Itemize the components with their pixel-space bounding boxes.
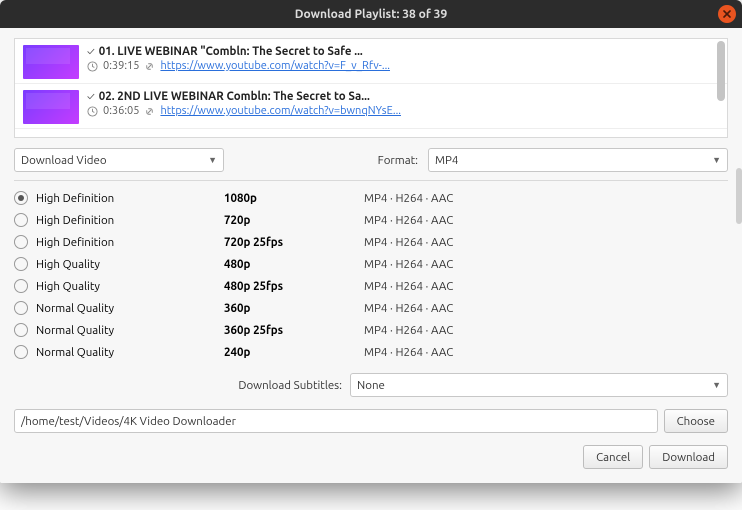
video-thumbnail: [23, 45, 79, 79]
check-icon: ✓: [87, 91, 95, 103]
link-icon: [144, 61, 155, 72]
quality-codec: MP4 · H264 · AAC: [364, 302, 728, 315]
quality-codec: MP4 · H264 · AAC: [364, 346, 728, 359]
quality-label: High Definition: [36, 236, 114, 249]
quality-label: Normal Quality: [36, 346, 114, 359]
quality-resolution: 360p: [224, 302, 364, 315]
quality-resolution: 720p 25fps: [224, 236, 364, 249]
playlist-scrollbar[interactable]: [717, 41, 725, 135]
quality-radio[interactable]: [14, 191, 28, 205]
video-thumbnail: [23, 90, 79, 124]
playlist-item[interactable]: ✓ 01. LIVE WEBINAR "Combln: The Secret t…: [15, 39, 727, 84]
video-duration: 0:36:05: [103, 105, 139, 117]
quality-row[interactable]: Normal Quality 360pMP4 · H264 · AAC: [14, 297, 728, 319]
cancel-button[interactable]: Cancel: [583, 445, 643, 469]
quality-label: Normal Quality: [36, 302, 114, 315]
close-button[interactable]: [718, 5, 736, 23]
quality-label: Normal Quality: [36, 324, 114, 337]
clock-icon: [87, 61, 98, 72]
check-icon: ✓: [87, 46, 95, 58]
download-mode-select[interactable]: Download Video ▼: [14, 148, 224, 172]
subtitles-select[interactable]: None ▼: [350, 373, 728, 397]
window-title: Download Playlist: 38 of 39: [295, 8, 447, 21]
format-label: Format:: [378, 154, 418, 167]
quality-resolution: 240p: [224, 346, 364, 359]
chevron-down-icon: ▼: [208, 155, 217, 165]
playlist-item[interactable]: ✓ 02. 2ND LIVE WEBINAR Combln: The Secre…: [15, 84, 727, 129]
quality-row[interactable]: Normal Quality 360p 25fpsMP4 · H264 · AAC: [14, 319, 728, 341]
download-path-input[interactable]: [14, 409, 658, 433]
playlist-list[interactable]: ✓ 01. LIVE WEBINAR "Combln: The Secret t…: [14, 38, 728, 138]
subtitles-label: Download Subtitles:: [14, 379, 342, 392]
quality-list: High Definition1080pMP4 · H264 · AACHigh…: [14, 187, 728, 363]
quality-radio[interactable]: [14, 323, 28, 337]
chevron-down-icon: ▼: [712, 380, 721, 390]
quality-resolution: 480p: [224, 258, 364, 271]
quality-row[interactable]: High Quality 480pMP4 · H264 · AAC: [14, 253, 728, 275]
clock-icon: [87, 106, 98, 117]
quality-label: High Quality: [36, 280, 100, 293]
titlebar: Download Playlist: 38 of 39: [0, 0, 742, 28]
link-icon: [144, 106, 155, 117]
quality-resolution: 720p: [224, 214, 364, 227]
quality-radio[interactable]: [14, 235, 28, 249]
download-mode-value: Download Video: [21, 154, 107, 167]
video-title: 01. LIVE WEBINAR "Combln: The Secret to …: [99, 45, 363, 58]
subtitles-value: None: [357, 379, 385, 392]
video-url[interactable]: https://www.youtube.com/watch?v=F_v_Rfv-…: [160, 60, 390, 72]
quality-codec: MP4 · H264 · AAC: [364, 280, 728, 293]
download-button[interactable]: Download: [649, 445, 728, 469]
quality-resolution: 1080p: [224, 192, 364, 205]
quality-label: High Quality: [36, 258, 100, 271]
quality-resolution: 480p 25fps: [224, 280, 364, 293]
quality-row[interactable]: High Definition 1080pMP4 · H264 · AAC: [14, 187, 728, 209]
dialog-body: ✓ 01. LIVE WEBINAR "Combln: The Secret t…: [0, 28, 742, 483]
quality-radio[interactable]: [14, 301, 28, 315]
qualities-scrollbar[interactable]: [736, 168, 742, 358]
quality-row[interactable]: Normal Quality 240pMP4 · H264 · AAC: [14, 341, 728, 363]
quality-radio[interactable]: [14, 279, 28, 293]
quality-codec: MP4 · H264 · AAC: [364, 258, 728, 271]
choose-path-button[interactable]: Choose: [664, 409, 728, 433]
format-select[interactable]: MP4 ▼: [428, 148, 728, 172]
download-playlist-dialog: Download Playlist: 38 of 39 ✓ 01. LIVE W…: [0, 0, 742, 483]
quality-codec: MP4 · H264 · AAC: [364, 236, 728, 249]
quality-row[interactable]: High Definition 720p 25fpsMP4 · H264 · AA…: [14, 231, 728, 253]
quality-radio[interactable]: [14, 257, 28, 271]
quality-radio[interactable]: [14, 345, 28, 359]
video-duration: 0:39:15: [103, 60, 139, 72]
quality-codec: MP4 · H264 · AAC: [364, 324, 728, 337]
quality-label: High Definition: [36, 214, 114, 227]
chevron-down-icon: ▼: [712, 155, 721, 165]
quality-codec: MP4 · H264 · AAC: [364, 192, 728, 205]
video-title: 02. 2ND LIVE WEBINAR Combln: The Secret …: [99, 90, 370, 103]
quality-label: High Definition: [36, 192, 114, 205]
video-url[interactable]: https://www.youtube.com/watch?v=bwnqNYsE…: [160, 105, 401, 117]
divider: [14, 180, 728, 181]
close-icon: [723, 10, 731, 18]
quality-radio[interactable]: [14, 213, 28, 227]
format-value: MP4: [435, 154, 458, 167]
quality-row[interactable]: High Definition 720pMP4 · H264 · AAC: [14, 209, 728, 231]
quality-row[interactable]: High Quality 480p 25fpsMP4 · H264 · AAC: [14, 275, 728, 297]
quality-codec: MP4 · H264 · AAC: [364, 214, 728, 227]
quality-resolution: 360p 25fps: [224, 324, 364, 337]
